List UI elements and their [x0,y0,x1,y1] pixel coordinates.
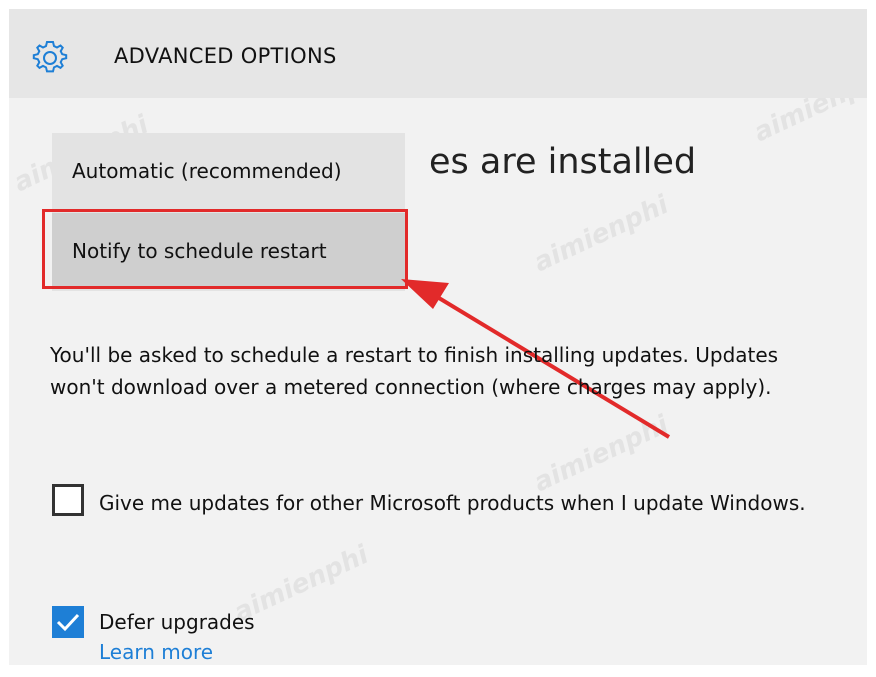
annotation-highlight-box [42,209,408,289]
annotation-arrow [401,279,671,439]
section-heading: es are installed [429,142,697,182]
checkmark-icon [56,613,80,632]
option-description: You'll be asked to schedule a restart to… [50,343,779,399]
other-products-checkbox[interactable] [52,484,84,516]
watermark: aimienphi [529,189,674,279]
defer-upgrades-checkbox[interactable] [52,606,84,638]
gear-icon [32,41,68,73]
learn-more-link[interactable]: Learn more [99,640,213,664]
settings-window: aimienphi aimienphi aimienphi aimienphi … [9,9,867,665]
page-header: ADVANCED OPTIONS [9,9,867,98]
other-products-label[interactable]: Give me updates for other Microsoft prod… [99,487,839,519]
defer-upgrades-label[interactable]: Defer upgrades [99,606,255,638]
watermark: aimienphi [529,409,674,499]
page-title: ADVANCED OPTIONS [114,44,337,68]
dropdown-option-automatic[interactable]: Automatic (recommended) [52,133,405,209]
